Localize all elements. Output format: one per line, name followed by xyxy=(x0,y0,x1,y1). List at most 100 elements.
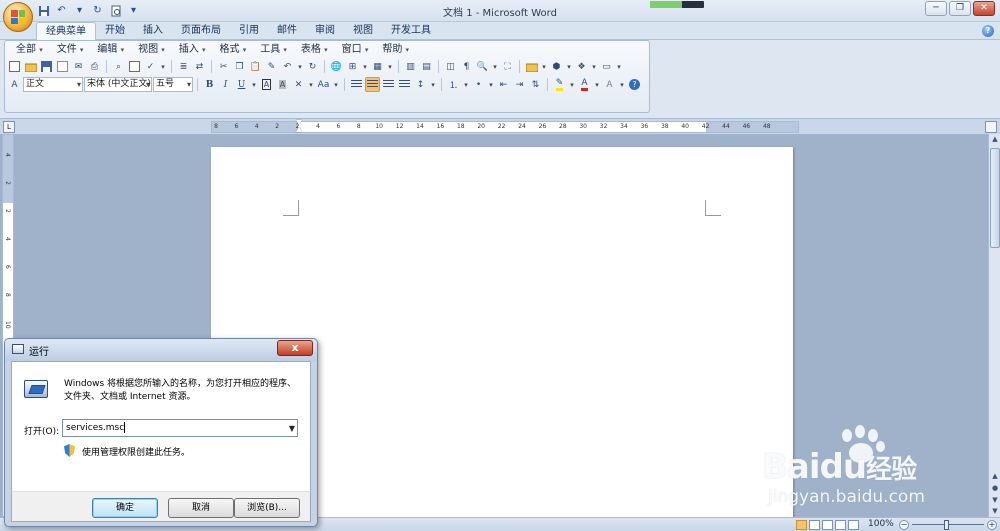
print-icon[interactable]: ⎙ xyxy=(87,59,102,74)
menu-insert[interactable]: 插入 ▾ xyxy=(172,43,213,57)
quick-parts-dropdown-icon[interactable]: ▾ xyxy=(590,59,598,74)
help-icon[interactable]: ? xyxy=(627,77,642,92)
redo-icon[interactable]: ↻ xyxy=(305,59,320,74)
align-center-icon[interactable] xyxy=(381,77,396,92)
ok-button[interactable]: 确定 xyxy=(92,498,158,518)
show-hide-icon[interactable]: ¶ xyxy=(459,59,474,74)
folder-icon[interactable] xyxy=(524,59,539,74)
format-painter-icon[interactable]: ✎ xyxy=(264,59,279,74)
print-layout-view-button[interactable] xyxy=(796,520,807,530)
scroll-down-icon[interactable]: ▼ xyxy=(990,507,1000,517)
decrease-indent-icon[interactable]: ⇤ xyxy=(496,77,511,92)
shapes-icon[interactable]: ⬢ xyxy=(549,59,564,74)
run-dialog-titlebar[interactable]: 运行 x xyxy=(5,339,317,361)
new-document-icon[interactable] xyxy=(7,59,22,74)
envelope-dropdown-icon[interactable]: ▾ xyxy=(615,59,623,74)
styles-icon[interactable]: A xyxy=(7,77,22,92)
change-case-button[interactable]: Aa xyxy=(316,77,331,92)
office-button[interactable] xyxy=(3,2,33,32)
align-distributed-icon[interactable] xyxy=(397,77,412,92)
research-icon[interactable] xyxy=(127,59,142,74)
menu-tools[interactable]: 工具 ▾ xyxy=(253,43,294,57)
document-map-icon[interactable]: ◫ xyxy=(443,59,458,74)
char-scale-icon[interactable]: ✕ xyxy=(291,77,306,92)
table-dropdown-icon[interactable]: ▾ xyxy=(361,59,369,74)
align-left-icon[interactable] xyxy=(349,77,364,92)
menu-table[interactable]: 表格 ▾ xyxy=(294,43,335,57)
scroll-up-icon[interactable]: ▲ xyxy=(990,135,1000,145)
insert-table-icon[interactable]: ▦ xyxy=(370,59,385,74)
prev-page-icon[interactable]: ▲ xyxy=(990,472,1000,482)
tab-page-layout[interactable]: 页面布局 xyxy=(172,22,230,40)
research-book-icon[interactable]: ≣ xyxy=(176,59,191,74)
numbering-dropdown-icon[interactable]: ▾ xyxy=(462,77,470,92)
envelope-icon[interactable]: ▭ xyxy=(599,59,614,74)
increase-indent-icon[interactable]: ⇥ xyxy=(512,77,527,92)
char-border-button[interactable]: A xyxy=(259,77,274,92)
spelling-icon[interactable]: ✓ xyxy=(143,59,158,74)
cut-icon[interactable]: ✂ xyxy=(216,59,231,74)
font-color-icon[interactable]: A xyxy=(577,77,592,92)
full-screen-view-button[interactable] xyxy=(809,520,820,530)
undo-dropdown-icon[interactable]: ▾ xyxy=(296,59,304,74)
draft-view-button[interactable] xyxy=(848,520,859,530)
underline-dropdown-icon[interactable]: ▾ xyxy=(250,77,258,92)
zoom-icon[interactable]: 🔍 xyxy=(475,59,490,74)
font-combo[interactable]: 宋体 (中文正文) xyxy=(84,77,152,92)
columns-icon[interactable]: ▥ xyxy=(403,59,418,74)
dialog-close-button[interactable]: x xyxy=(277,340,313,356)
font-size-combo[interactable]: 五号 xyxy=(153,77,193,92)
copy-icon[interactable]: ❐ xyxy=(232,59,247,74)
numbering-icon[interactable]: ⒈ xyxy=(446,77,461,92)
tab-review[interactable]: 审阅 xyxy=(306,22,344,40)
zoom-dropdown-icon[interactable]: ▾ xyxy=(491,59,499,74)
zoom-in-button[interactable]: + xyxy=(987,520,997,530)
menu-all[interactable]: 全部 ▾ xyxy=(9,43,50,57)
undo-icon[interactable]: ↶ xyxy=(280,59,295,74)
table-grid-icon[interactable]: ⊞ xyxy=(345,59,360,74)
translate-icon[interactable]: ⇄ xyxy=(192,59,207,74)
align-justify-icon[interactable] xyxy=(365,77,380,92)
fit-page-icon[interactable]: ⛶ xyxy=(500,59,515,74)
menu-file[interactable]: 文件 ▾ xyxy=(50,43,91,57)
zoom-level[interactable]: 100% xyxy=(868,519,894,529)
browse-button[interactable]: 浏览(B)... xyxy=(234,498,300,518)
menu-window[interactable]: 窗口 ▾ xyxy=(335,43,376,57)
insert-table-dropdown-icon[interactable]: ▾ xyxy=(386,59,394,74)
spelling-dropdown-icon[interactable]: ▾ xyxy=(159,59,167,74)
tab-selector-button[interactable]: L xyxy=(3,121,15,133)
change-case-dropdown-icon[interactable]: ▾ xyxy=(332,77,340,92)
tab-developer[interactable]: 开发工具 xyxy=(382,22,440,40)
menu-view[interactable]: 视图 ▾ xyxy=(131,43,172,57)
next-page-icon[interactable]: ▼ xyxy=(990,496,1000,506)
save-icon[interactable] xyxy=(39,59,54,74)
shapes-dropdown-icon[interactable]: ▾ xyxy=(565,59,573,74)
zoom-slider-thumb[interactable] xyxy=(944,520,949,530)
indent-marker[interactable] xyxy=(296,118,302,134)
print-preview-icon[interactable]: ⌕ xyxy=(111,59,126,74)
paste-icon[interactable]: 📋 xyxy=(248,59,263,74)
outline-view-button[interactable] xyxy=(835,520,846,530)
web-layout-view-button[interactable] xyxy=(822,520,833,530)
permission-icon[interactable] xyxy=(55,59,70,74)
menu-edit[interactable]: 编辑 ▾ xyxy=(90,43,131,57)
tab-mailings[interactable]: 邮件 xyxy=(268,22,306,40)
tab-classic-menu[interactable]: 经典菜单 xyxy=(36,22,96,40)
scroll-thumb[interactable] xyxy=(990,148,1000,248)
bullets-icon[interactable]: • xyxy=(471,77,486,92)
open-command-input[interactable]: services.msc ▼ xyxy=(62,419,298,437)
tab-home[interactable]: 开始 xyxy=(96,22,134,40)
cancel-button[interactable]: 取消 xyxy=(168,498,234,518)
line-spacing-icon[interactable]: ↕ xyxy=(413,77,428,92)
vertical-scrollbar[interactable]: ▲ ▲ ● ▼ ▼ xyxy=(988,134,1000,517)
drawing-icon[interactable]: ▤ xyxy=(419,59,434,74)
bold-button[interactable]: B xyxy=(202,77,217,92)
tab-insert[interactable]: 插入 xyxy=(134,22,172,40)
style-combo[interactable]: 正文 xyxy=(23,77,83,92)
highlight-icon[interactable]: ✎ xyxy=(552,77,567,92)
hyperlink-icon[interactable]: 🌐 xyxy=(329,59,344,74)
sort-icon[interactable]: ⇅ xyxy=(528,77,543,92)
help-icon[interactable]: ? xyxy=(982,25,994,37)
bullets-dropdown-icon[interactable]: ▾ xyxy=(487,77,495,92)
history-dropdown-icon[interactable]: ▼ xyxy=(289,421,295,437)
